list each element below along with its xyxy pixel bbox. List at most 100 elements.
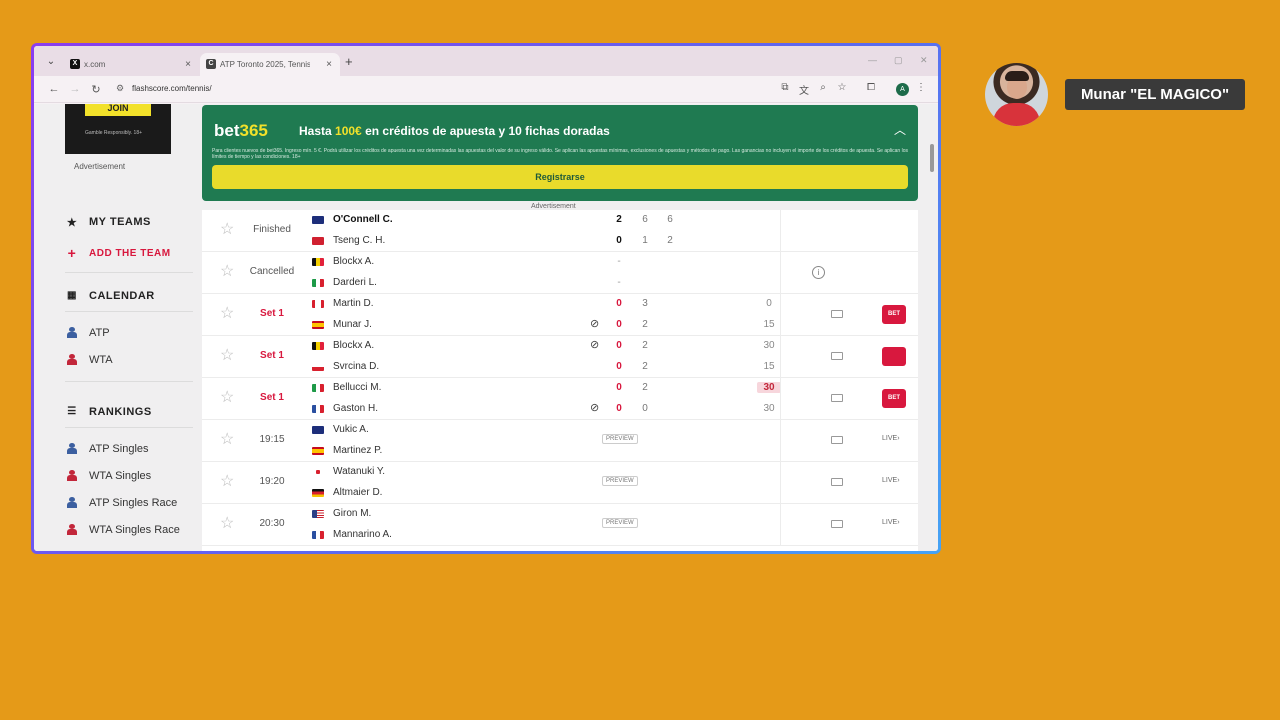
register-button[interactable]: Registrarse: [212, 165, 908, 189]
flag-canada-icon: [312, 300, 324, 308]
collapse-chevron-icon[interactable]: ︿: [894, 121, 906, 138]
page-scrollbar[interactable]: [929, 104, 936, 551]
preview-badge[interactable]: PREVIEW: [602, 434, 638, 444]
back-icon[interactable]: ←: [48, 83, 60, 95]
p1-set1: 6: [642, 214, 648, 225]
serving-ball-icon: ⊘: [590, 402, 600, 414]
close-tab-icon[interactable]: ×: [326, 53, 332, 76]
live-link[interactable]: LIVE›: [882, 477, 900, 484]
match-row[interactable]: ☆ 19:15 Vukic A. Martinez P. PREVIEW LIV…: [202, 420, 918, 462]
calendar-item-label: ATP: [89, 327, 110, 339]
tab-flashscore[interactable]: C ATP Toronto 2025, Tennis Live ×: [200, 53, 340, 76]
bookmark-star-icon[interactable]: ☆: [835, 82, 849, 93]
p1-game-points: 0: [766, 298, 772, 309]
flag-spain-icon: [312, 447, 324, 455]
my-teams-label: MY TEAMS: [89, 216, 151, 228]
info-icon[interactable]: i: [812, 266, 825, 279]
player-name: Bellucci M.: [333, 382, 382, 393]
favorite-star-icon[interactable]: ☆: [220, 390, 234, 406]
bet-button[interactable]: [882, 347, 906, 366]
new-tab-button[interactable]: +: [345, 54, 353, 69]
address-bar[interactable]: ⚙ flashscore.com/tennis/: [110, 80, 760, 99]
divider: [780, 294, 781, 336]
p1-game-points: 30: [757, 382, 781, 393]
zoom-icon[interactable]: ⌕: [816, 82, 830, 93]
close-tab-icon[interactable]: ×: [185, 53, 191, 76]
live-label: LIVE: [882, 477, 898, 484]
tv-icon[interactable]: [831, 436, 843, 444]
match-row[interactable]: ☆ Set 1 Blockx A. Svrcina D. ⊘ 0 0 2 2 3…: [202, 336, 918, 378]
forward-icon[interactable]: →: [69, 83, 81, 95]
divider: [65, 272, 193, 273]
atp-player-icon: [67, 497, 77, 508]
p1-set2: 6: [667, 214, 673, 225]
match-row[interactable]: ☆ Set 1 Martin D. Munar J. ⊘ 0 0 3 2 0 1…: [202, 294, 918, 336]
favorite-star-icon[interactable]: ☆: [220, 222, 234, 238]
bet365-banner[interactable]: bet365 Hasta 100€ en créditos de apuesta…: [202, 105, 918, 201]
live-label: LIVE: [882, 435, 898, 442]
scrollbar-thumb[interactable]: [930, 144, 934, 172]
player-name: Mannarino A.: [333, 529, 392, 540]
browser-window: ⌄ X x.com × C ATP Toronto 2025, Tennis L…: [31, 43, 941, 554]
menu-dots-icon[interactable]: ⋮: [914, 82, 928, 93]
p1-set1: 2: [642, 340, 648, 351]
p1-sets-won: -: [617, 256, 621, 267]
reload-icon[interactable]: ↻: [90, 83, 102, 96]
player-name: Martinez P.: [333, 445, 383, 456]
divider: [780, 504, 781, 546]
tv-icon[interactable]: [831, 478, 843, 486]
wta-player-icon: [67, 524, 77, 535]
window-close-icon[interactable]: ✕: [920, 55, 928, 66]
favorite-star-icon[interactable]: ☆: [220, 264, 234, 280]
ad-join-button[interactable]: JOIN: [85, 104, 151, 116]
list-icon: ☰: [67, 406, 77, 417]
tab-x[interactable]: X x.com ×: [64, 53, 199, 76]
p2-game-points: 15: [763, 319, 775, 330]
favorite-star-icon[interactable]: ☆: [220, 516, 234, 532]
favorite-star-icon[interactable]: ☆: [220, 306, 234, 322]
translate-icon[interactable]: 文: [797, 82, 811, 97]
match-row[interactable]: ☆ Finished O'Connell C. Tseng C. H. 2 0 …: [202, 210, 918, 252]
live-link[interactable]: LIVE›: [882, 435, 900, 442]
favorite-star-icon[interactable]: ☆: [220, 474, 234, 490]
preview-badge[interactable]: PREVIEW: [602, 476, 638, 486]
tab-search-icon[interactable]: ⌄: [44, 55, 58, 69]
favorite-star-icon[interactable]: ☆: [220, 432, 234, 448]
preview-badge[interactable]: PREVIEW: [602, 518, 638, 528]
p1-set1: 3: [642, 298, 648, 309]
match-row[interactable]: ☆ 20:30 Giron M. Mannarino A. PREVIEW LI…: [202, 504, 918, 546]
match-status: Set 1: [260, 350, 284, 361]
live-link[interactable]: LIVE›: [882, 519, 900, 526]
extensions-icon[interactable]: ⧠: [864, 82, 878, 93]
tv-icon[interactable]: [831, 394, 843, 402]
match-row[interactable]: ☆ Set 1 Bellucci M. Gaston H. ⊘ 0 0 2 0 …: [202, 378, 918, 420]
bet-button[interactable]: BET: [882, 305, 906, 324]
match-row[interactable]: ☆ Cancelled Blockx A. Darderi L. - - i: [202, 252, 918, 294]
ad-label: Advertisement: [74, 162, 126, 171]
tv-icon[interactable]: [831, 310, 843, 318]
favorite-star-icon[interactable]: ☆: [220, 348, 234, 364]
banner-ad-label: Advertisement: [531, 203, 576, 210]
tv-icon[interactable]: [831, 352, 843, 360]
sidebar-ad[interactable]: JOIN Gamble Responsibly. 18+: [65, 104, 171, 154]
flag-spain-icon: [312, 321, 324, 329]
match-status: Finished: [253, 224, 291, 235]
player-name: Blockx A.: [333, 340, 375, 351]
serving-ball-icon: ⊘: [590, 339, 600, 351]
webcam-shirt: [993, 103, 1040, 126]
divider: [780, 462, 781, 504]
maximize-icon[interactable]: ▢: [894, 55, 903, 66]
cast-icon[interactable]: ⧉: [778, 82, 792, 93]
atp-player-icon: [67, 443, 77, 454]
tv-icon[interactable]: [831, 520, 843, 528]
minimize-icon[interactable]: —: [868, 55, 877, 65]
player-name: Altmaier D.: [333, 487, 383, 498]
p2-set1: 0: [642, 403, 648, 414]
divider: [65, 427, 193, 428]
p2-sets-won: 0: [616, 319, 622, 330]
bet-button[interactable]: BET: [882, 389, 906, 408]
profile-avatar[interactable]: A: [896, 83, 909, 96]
player-name: Gaston H.: [333, 403, 379, 414]
match-row[interactable]: ☆ 19:20 Watanuki Y. Altmaier D. PREVIEW …: [202, 462, 918, 504]
site-info-icon[interactable]: ⚙: [116, 83, 124, 94]
